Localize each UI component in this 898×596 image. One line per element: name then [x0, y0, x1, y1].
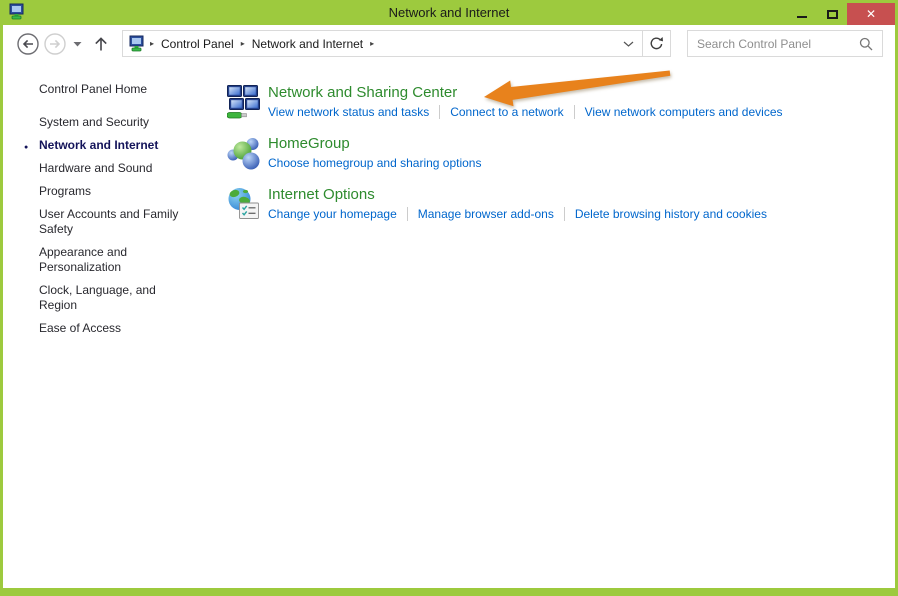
close-icon: ✕ — [866, 3, 876, 25]
task-link-connect-to-network[interactable]: Connect to a network — [450, 105, 563, 119]
sidebar: Control Panel Home System and Security ●… — [3, 62, 227, 588]
window-title: Network and Internet — [3, 3, 895, 25]
task-link-view-network-status[interactable]: View network status and tasks — [268, 105, 429, 119]
task-link-change-homepage[interactable]: Change your homepage — [268, 207, 397, 221]
sidebar-item-ease-of-access[interactable]: Ease of Access — [39, 321, 197, 336]
forward-button[interactable] — [43, 32, 67, 56]
sidebar-item-system-and-security[interactable]: System and Security — [39, 115, 197, 130]
content-area: Control Panel Home System and Security ●… — [3, 62, 895, 588]
window-controls: ✕ — [787, 3, 895, 25]
sidebar-item-network-and-internet[interactable]: ●Network and Internet — [39, 138, 197, 153]
category-links: Choose homegroup and sharing options — [268, 156, 481, 170]
address-dropdown-icon[interactable] — [615, 37, 642, 51]
navigation-toolbar: ▸ Control Panel ▸ Network and Internet ▸ — [3, 25, 895, 62]
breadcrumb-network-and-internet[interactable]: Network and Internet — [248, 37, 367, 51]
up-button[interactable] — [92, 35, 110, 53]
homegroup-icon[interactable] — [227, 136, 261, 173]
maximize-icon — [827, 10, 838, 19]
minimize-button[interactable] — [787, 3, 817, 25]
category-network-sharing-center: Network and Sharing Center View network … — [227, 84, 895, 122]
breadcrumb-separator-icon[interactable]: ▸ — [147, 39, 157, 48]
search-icon[interactable] — [859, 37, 873, 51]
network-sharing-center-icon[interactable] — [227, 85, 261, 122]
task-link-choose-homegroup[interactable]: Choose homegroup and sharing options — [268, 156, 481, 170]
sidebar-item-label: Network and Internet — [39, 138, 158, 152]
search-box — [687, 30, 883, 57]
recent-pages-chevron-icon[interactable] — [73, 42, 82, 47]
sidebar-item-appearance[interactable]: Appearance and Personalization — [39, 245, 197, 275]
back-button[interactable] — [16, 32, 40, 56]
control-panel-window: Network and Internet ✕ — [0, 0, 898, 596]
task-link-manage-addons[interactable]: Manage browser add-ons — [418, 207, 554, 221]
task-link-view-network-computers[interactable]: View network computers and devices — [585, 105, 783, 119]
sidebar-item-hardware-and-sound[interactable]: Hardware and Sound — [39, 161, 197, 176]
category-links: Change your homepage Manage browser add-… — [268, 207, 767, 221]
category-internet-options: Internet Options Change your homepage Ma… — [227, 186, 895, 224]
breadcrumb: ▸ Control Panel ▸ Network and Internet ▸ — [123, 35, 615, 52]
link-separator — [564, 207, 565, 221]
category-title-internet-options[interactable]: Internet Options — [268, 186, 767, 203]
close-button[interactable]: ✕ — [847, 3, 895, 25]
active-bullet-icon: ● — [24, 140, 28, 155]
link-separator — [407, 207, 408, 221]
category-links: View network status and tasks Connect to… — [268, 105, 783, 119]
minimize-icon — [797, 16, 807, 18]
category-list: Network and Sharing Center View network … — [227, 62, 895, 588]
sidebar-item-programs[interactable]: Programs — [39, 184, 197, 199]
link-separator — [439, 105, 440, 119]
internet-options-icon[interactable] — [227, 187, 261, 224]
breadcrumb-separator-icon[interactable]: ▸ — [238, 39, 248, 48]
task-link-delete-history[interactable]: Delete browsing history and cookies — [575, 207, 767, 221]
titlebar: Network and Internet ✕ — [3, 3, 895, 25]
sidebar-item-clock-language-region[interactable]: Clock, Language, and Region — [39, 283, 197, 313]
link-separator — [574, 105, 575, 119]
search-input[interactable] — [697, 37, 859, 51]
category-title-homegroup[interactable]: HomeGroup — [268, 135, 481, 152]
sidebar-item-control-panel-home[interactable]: Control Panel Home — [39, 82, 197, 97]
refresh-icon — [649, 36, 664, 51]
sidebar-item-user-accounts[interactable]: User Accounts and Family Safety — [39, 207, 197, 237]
category-title-network-sharing-center[interactable]: Network and Sharing Center — [268, 84, 783, 101]
maximize-button[interactable] — [817, 3, 847, 25]
refresh-button[interactable] — [643, 31, 670, 56]
control-panel-icon[interactable] — [128, 35, 145, 52]
address-bar: ▸ Control Panel ▸ Network and Internet ▸ — [122, 30, 671, 57]
breadcrumb-separator-icon[interactable]: ▸ — [367, 39, 377, 48]
breadcrumb-control-panel[interactable]: Control Panel — [157, 37, 238, 51]
category-homegroup: HomeGroup Choose homegroup and sharing o… — [227, 135, 895, 173]
